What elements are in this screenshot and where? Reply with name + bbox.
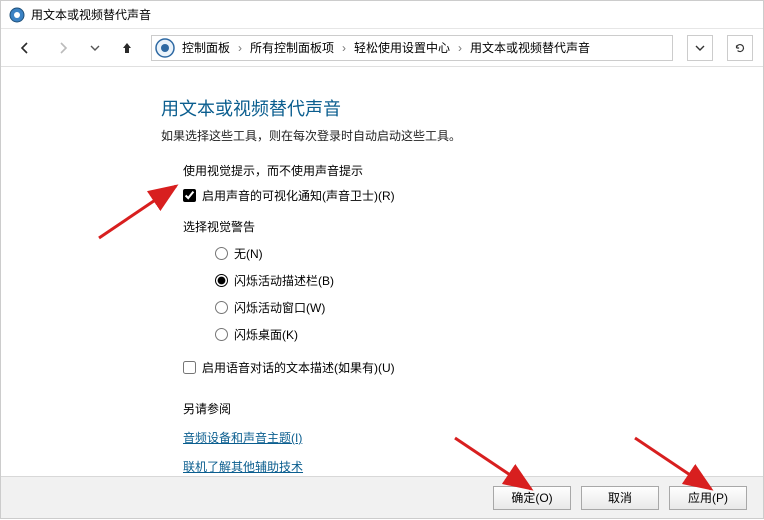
breadcrumb-item-2[interactable]: 轻松使用设置中心 <box>348 36 456 60</box>
sound-sentry-checkbox-row[interactable]: 启用声音的可视化通知(声音卫士)(R) <box>183 187 763 204</box>
address-bar[interactable]: 控制面板 › 所有控制面板项 › 轻松使用设置中心 › 用文本或视频替代声音 <box>151 35 673 61</box>
sound-sentry-label: 启用声音的可视化通知(声音卫士)(R) <box>202 187 395 204</box>
text-caption-checkbox[interactable] <box>183 361 196 374</box>
address-dropdown-button[interactable] <box>687 35 713 61</box>
ok-button[interactable]: 确定(O) <box>493 486 571 510</box>
visual-warning-radio-group: 无(N) 闪烁活动描述栏(B) 闪烁活动窗口(W) 闪烁桌面(K) <box>215 245 763 343</box>
cancel-button[interactable]: 取消 <box>581 486 659 510</box>
window-title: 用文本或视频替代声音 <box>31 6 151 23</box>
radio-flash-desktop-label: 闪烁桌面(K) <box>234 326 298 343</box>
radio-none-row[interactable]: 无(N) <box>215 245 763 262</box>
radio-flash-desktop-row[interactable]: 闪烁桌面(K) <box>215 326 763 343</box>
see-also-heading: 另请参阅 <box>183 400 763 417</box>
content-area: 用文本或视频替代声音 如果选择这些工具，则在每次登录时自动启动这些工具。 使用视… <box>1 67 763 476</box>
link-online-help[interactable]: 联机了解其他辅助技术 <box>183 458 303 475</box>
refresh-button[interactable] <box>727 35 753 61</box>
text-caption-label: 启用语音对话的文本描述(如果有)(U) <box>202 359 395 376</box>
chevron-right-icon: › <box>340 41 348 55</box>
apply-button[interactable]: 应用(P) <box>669 486 747 510</box>
link-audio-devices[interactable]: 音频设备和声音主题(I) <box>183 429 302 446</box>
control-panel-icon <box>9 7 25 23</box>
radio-flash-desktop[interactable] <box>215 328 228 341</box>
up-button[interactable] <box>113 34 141 62</box>
radio-flash-caption-row[interactable]: 闪烁活动描述栏(B) <box>215 272 763 289</box>
address-icon <box>154 37 176 59</box>
radio-none-label: 无(N) <box>234 245 263 262</box>
footer: 确定(O) 取消 应用(P) <box>1 476 763 518</box>
radio-flash-window[interactable] <box>215 301 228 314</box>
navbar: 控制面板 › 所有控制面板项 › 轻松使用设置中心 › 用文本或视频替代声音 <box>1 29 763 67</box>
radio-flash-caption-label: 闪烁活动描述栏(B) <box>234 272 334 289</box>
text-caption-checkbox-row[interactable]: 启用语音对话的文本描述(如果有)(U) <box>183 359 763 376</box>
breadcrumb-item-1[interactable]: 所有控制面板项 <box>244 36 340 60</box>
breadcrumb-item-3[interactable]: 用文本或视频替代声音 <box>464 36 596 60</box>
radio-flash-caption[interactable] <box>215 274 228 287</box>
forward-button[interactable] <box>49 34 77 62</box>
chevron-right-icon: › <box>236 41 244 55</box>
chevron-right-icon: › <box>456 41 464 55</box>
page-title: 用文本或视频替代声音 <box>161 95 763 121</box>
sound-sentry-checkbox[interactable] <box>183 189 196 202</box>
page-description: 如果选择这些工具，则在每次登录时自动启动这些工具。 <box>161 127 763 144</box>
recent-locations-button[interactable] <box>87 34 103 62</box>
radio-flash-window-row[interactable]: 闪烁活动窗口(W) <box>215 299 763 316</box>
titlebar: 用文本或视频替代声音 <box>1 1 763 29</box>
choose-warning-heading: 选择视觉警告 <box>183 218 763 235</box>
back-button[interactable] <box>11 34 39 62</box>
radio-flash-window-label: 闪烁活动窗口(W) <box>234 299 325 316</box>
breadcrumb-item-0[interactable]: 控制面板 <box>176 36 236 60</box>
radio-none[interactable] <box>215 247 228 260</box>
visual-cues-heading: 使用视觉提示，而不使用声音提示 <box>183 162 763 179</box>
